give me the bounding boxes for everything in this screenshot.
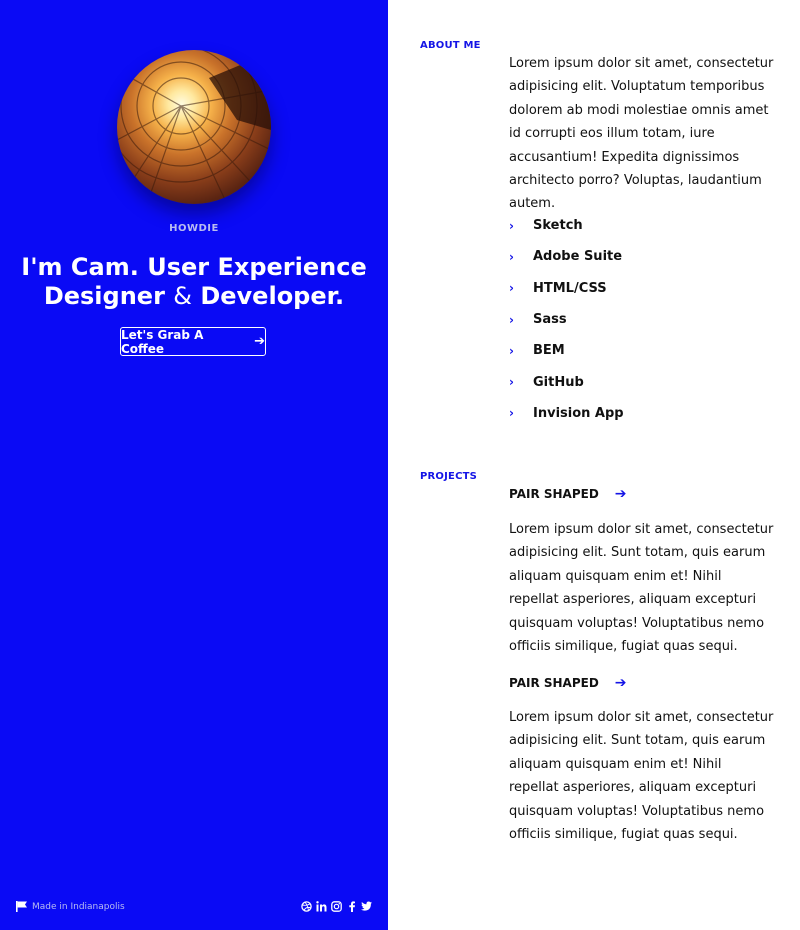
grab-coffee-button[interactable]: Let's Grab A Coffee ➔ bbox=[120, 327, 266, 356]
chevron-right-icon: › bbox=[509, 281, 514, 296]
about-section-label: ABOUT ME bbox=[420, 40, 481, 51]
skill-label: HTML/CSS bbox=[533, 280, 607, 296]
arrow-right-icon: ➔ bbox=[614, 486, 627, 502]
intro-panel: HOWDIE I'm Cam. User Experience Designer… bbox=[0, 0, 388, 930]
skill-item: › BEM bbox=[509, 335, 624, 366]
linkedin-icon[interactable] bbox=[316, 900, 327, 912]
projects-section-label: PROJECTS bbox=[420, 471, 478, 482]
made-in-text: Made in Indianapolis bbox=[32, 901, 125, 912]
project-title: PAIR SHAPED bbox=[509, 487, 599, 501]
made-in-note: Made in Indianapolis bbox=[16, 901, 125, 912]
headline-ampersand: & bbox=[173, 282, 192, 310]
skill-label: Sketch bbox=[533, 218, 583, 234]
headline-text-2: Developer. bbox=[191, 282, 345, 310]
project-description: Lorem ipsum dolor sit amet, consectetur … bbox=[509, 522, 774, 655]
social-links bbox=[301, 900, 372, 912]
chevron-right-icon: › bbox=[509, 249, 514, 264]
skill-item: › HTML/CSS bbox=[509, 273, 624, 304]
chevron-right-icon: › bbox=[509, 375, 514, 390]
skills-list: › Sketch › Adobe Suite › HTML/CSS › Sass › BE… bbox=[509, 210, 624, 429]
skill-item: › Sass bbox=[509, 304, 624, 335]
project-title-link[interactable]: PAIR SHAPED ➔ bbox=[509, 486, 627, 502]
skill-item: › Adobe Suite bbox=[509, 241, 624, 272]
skill-label: Invision App bbox=[533, 405, 624, 421]
project-title-link[interactable]: PAIR SHAPED ➔ bbox=[509, 675, 627, 691]
avatar-photo bbox=[117, 50, 271, 204]
avatar bbox=[117, 50, 271, 204]
cta-label: Let's Grab A Coffee bbox=[121, 327, 204, 356]
project-description: Lorem ipsum dolor sit amet, consectetur … bbox=[509, 710, 774, 843]
instagram-icon[interactable] bbox=[331, 900, 342, 912]
hero-headline: I'm Cam. User Experience Designer & Deve… bbox=[20, 253, 368, 311]
dribbble-icon[interactable] bbox=[301, 900, 312, 912]
arrow-right-icon: ➔ bbox=[614, 675, 627, 691]
facebook-icon[interactable] bbox=[346, 900, 357, 912]
twitter-icon[interactable] bbox=[361, 900, 372, 912]
skill-item: › Invision App bbox=[509, 398, 624, 429]
arrow-right-icon: ➔ bbox=[254, 334, 265, 349]
eyebrow-label: HOWDIE bbox=[169, 223, 219, 234]
flag-icon bbox=[16, 901, 27, 912]
chevron-right-icon: › bbox=[509, 218, 514, 233]
skill-item: › GitHub bbox=[509, 366, 624, 397]
page: HOWDIE I'm Cam. User Experience Designer… bbox=[0, 0, 800, 930]
chevron-right-icon: › bbox=[509, 343, 514, 358]
skill-label: GitHub bbox=[533, 374, 584, 390]
skill-item: › Sketch bbox=[509, 210, 624, 241]
chevron-right-icon: › bbox=[509, 406, 514, 421]
skill-label: BEM bbox=[533, 343, 565, 359]
chevron-right-icon: › bbox=[509, 312, 514, 327]
skill-label: Adobe Suite bbox=[533, 249, 623, 265]
about-text: Lorem ipsum dolor sit amet, consectetur … bbox=[509, 56, 774, 212]
skill-label: Sass bbox=[533, 312, 567, 328]
project-title: PAIR SHAPED bbox=[509, 676, 599, 690]
